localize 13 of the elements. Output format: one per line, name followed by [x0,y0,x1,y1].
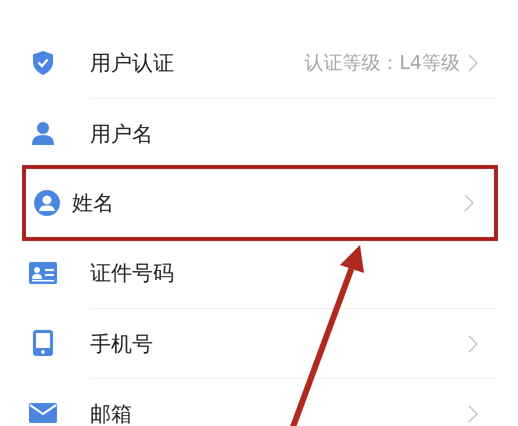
phone-icon [33,330,53,356]
id-card-icon [29,262,57,284]
mail-icon [29,403,57,423]
user-circle-icon [34,190,60,216]
person-icon [31,121,55,145]
shield-check-icon [32,50,54,76]
row-label: 邮箱 [90,400,132,426]
row-label: 姓名 [72,190,114,217]
row-value: 认证等级：L4等级 [304,51,460,76]
row-label: 手机号 [90,330,153,358]
row-label: 证件号码 [90,260,174,287]
row-label: 用户认证 [90,50,174,77]
row-label: 用户名 [90,120,153,148]
